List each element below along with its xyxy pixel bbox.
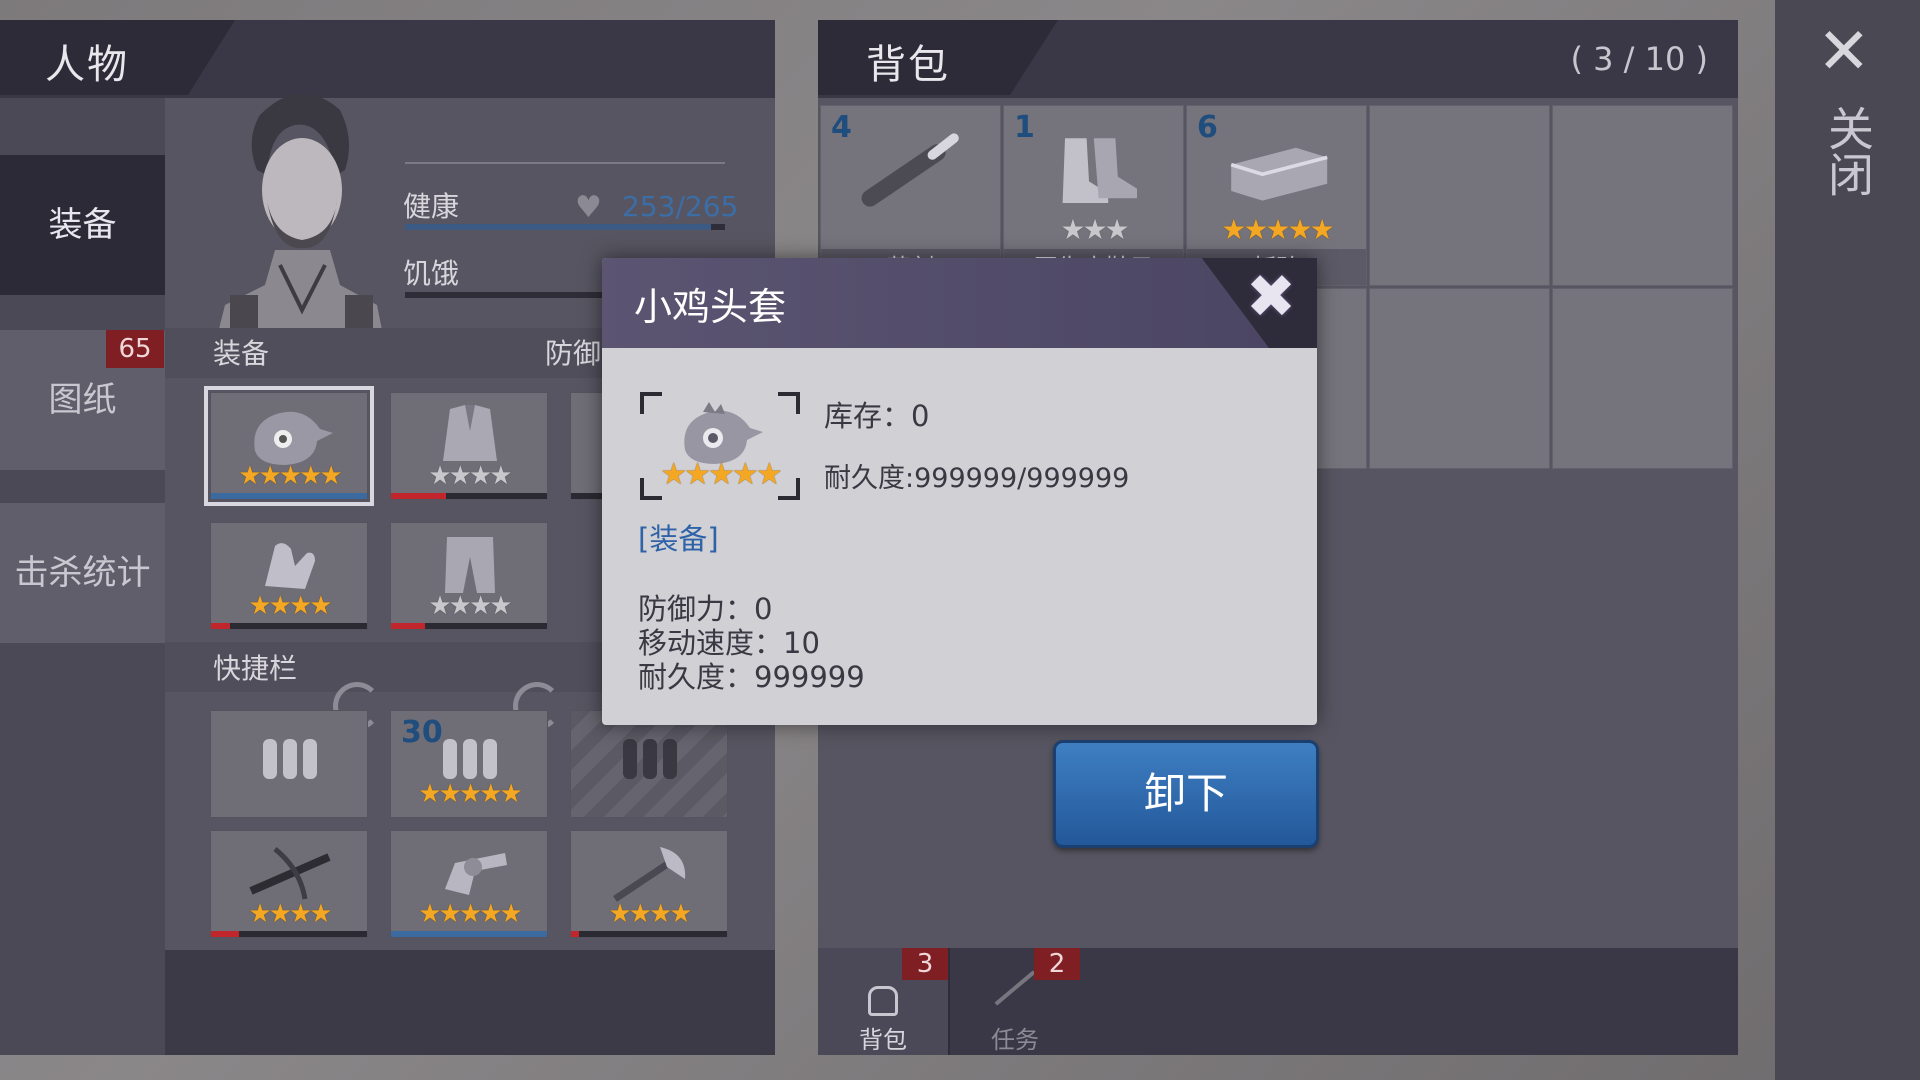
heart-icon: ♥: [575, 190, 602, 225]
blueprints-badge: 65: [106, 330, 164, 368]
hunger-bar: [405, 292, 605, 298]
backpack-empty-slot[interactable]: [1552, 105, 1733, 286]
equipment-label: 装备: [213, 337, 270, 370]
item-stars: ★★★★: [428, 461, 512, 491]
quickbar-slot[interactable]: [210, 710, 368, 818]
unequip-label: 卸下: [1143, 769, 1228, 818]
boots-icon: [1041, 129, 1149, 218]
key-icon: [994, 970, 1036, 1006]
durability-bar-fill: [391, 623, 426, 629]
character-title: 人物: [45, 42, 129, 88]
dialog-stock: 库存：0: [824, 399, 930, 433]
close-label[interactable]: 关闭: [1821, 105, 1875, 197]
item-stars: ★★★★★: [1221, 213, 1335, 246]
unequip-button[interactable]: 卸下: [1053, 740, 1319, 848]
bottom-tab-backpack-label: 背包: [859, 1026, 907, 1054]
quickbar-slot[interactable]: 30 ★★★★★: [390, 710, 548, 818]
backpack-tab-badge: 3: [902, 948, 948, 980]
item-count: 6: [1197, 110, 1218, 145]
item-count: 30: [401, 715, 443, 750]
item-stars: ★★★★: [428, 591, 512, 621]
durability-bar-fill: [211, 493, 367, 499]
quickbar-label: 快捷栏: [213, 652, 298, 685]
backpack-title: 背包: [866, 42, 950, 88]
health-bar: [405, 224, 725, 230]
close-icon[interactable]: ✕: [1817, 20, 1871, 84]
durability-bar-fill: [571, 931, 579, 937]
equipment-slot[interactable]: ★★★★: [390, 522, 548, 630]
quickbar-slot[interactable]: ★★★★★: [390, 830, 548, 938]
quickbar-slot[interactable]: ★★★★: [570, 830, 728, 938]
dialog-item-stars: ★★★★★: [660, 457, 782, 492]
side-tab-equipment[interactable]: 装备: [0, 155, 165, 295]
character-footer: [165, 950, 775, 1055]
syringe-icon: [858, 129, 966, 218]
character-portrait: [205, 80, 395, 345]
hunger-label: 饥饿: [403, 257, 460, 290]
close-panel[interactable]: ✕ 关闭: [1775, 0, 1920, 1080]
ammo-locked-icon: [605, 719, 695, 793]
item-count: 4: [831, 110, 852, 145]
dialog-stat-durability: 耐久度：999999: [638, 660, 865, 694]
item-stars: ★★★★★: [418, 899, 523, 929]
item-stars: ★★★★: [248, 899, 332, 929]
item-stars: ★★★★★: [418, 779, 523, 809]
dialog-category: [装备]: [638, 522, 719, 556]
quickbar-slot[interactable]: ★★★★: [210, 830, 368, 938]
durability-bar-fill: [211, 931, 240, 937]
side-tab-blueprints-label: 图纸: [48, 380, 117, 420]
equipment-slot-selected[interactable]: ★★★★★: [204, 386, 374, 506]
backpack-empty-slot[interactable]: [1369, 105, 1550, 286]
defense-label: 防御: [545, 337, 602, 370]
dialog-close-button[interactable]: ✖: [1240, 266, 1302, 328]
item-stars: ★★★★★: [238, 461, 343, 491]
quests-tab-badge: 2: [1034, 948, 1080, 980]
item-count: 1: [1014, 110, 1035, 145]
item-dialog: 小鸡头套 ✖ ★★★★★ 库存：0 耐久度:999999/999999 [装备]…: [602, 258, 1317, 725]
durability-bar-fill: [391, 493, 446, 499]
health-bar-fill: [405, 224, 711, 230]
item-stars: ★★★★: [608, 899, 692, 929]
quickbar-slot[interactable]: [570, 710, 728, 818]
health-label: 健康: [403, 190, 460, 223]
dialog-item-frame: ★★★★★: [640, 392, 800, 500]
item-stars: ★★★: [1060, 213, 1129, 246]
durability-bar-fill: [391, 931, 547, 937]
ammo-icon: [245, 719, 335, 793]
item-stars: ★★★★: [248, 591, 332, 621]
equipment-slot[interactable]: ★★★★: [210, 522, 368, 630]
backpack-empty-slot[interactable]: [1369, 288, 1550, 469]
equipment-slot[interactable]: ★★★★: [390, 392, 548, 500]
side-tab-kill-stats[interactable]: 击杀统计: [0, 503, 165, 643]
backpack-empty-slot[interactable]: [1552, 288, 1733, 469]
brick-icon: [1224, 129, 1332, 218]
stats-divider: [405, 162, 725, 164]
backpack-capacity: ( 3 / 10 ): [1570, 40, 1708, 78]
side-tab-equipment-label: 装备: [48, 205, 117, 245]
dialog-durability-line: 耐久度:999999/999999: [824, 463, 1130, 494]
backpack-icon: [868, 986, 898, 1016]
dialog-title: 小鸡头套: [634, 285, 787, 329]
side-tab-kill-stats-label: 击杀统计: [14, 553, 151, 593]
health-value: 253/265: [622, 190, 739, 223]
bottom-tab-quests-label: 任务: [991, 1026, 1039, 1054]
durability-bar-fill: [211, 623, 230, 629]
durability-bar: [571, 931, 727, 937]
durability-bar: [211, 623, 367, 629]
